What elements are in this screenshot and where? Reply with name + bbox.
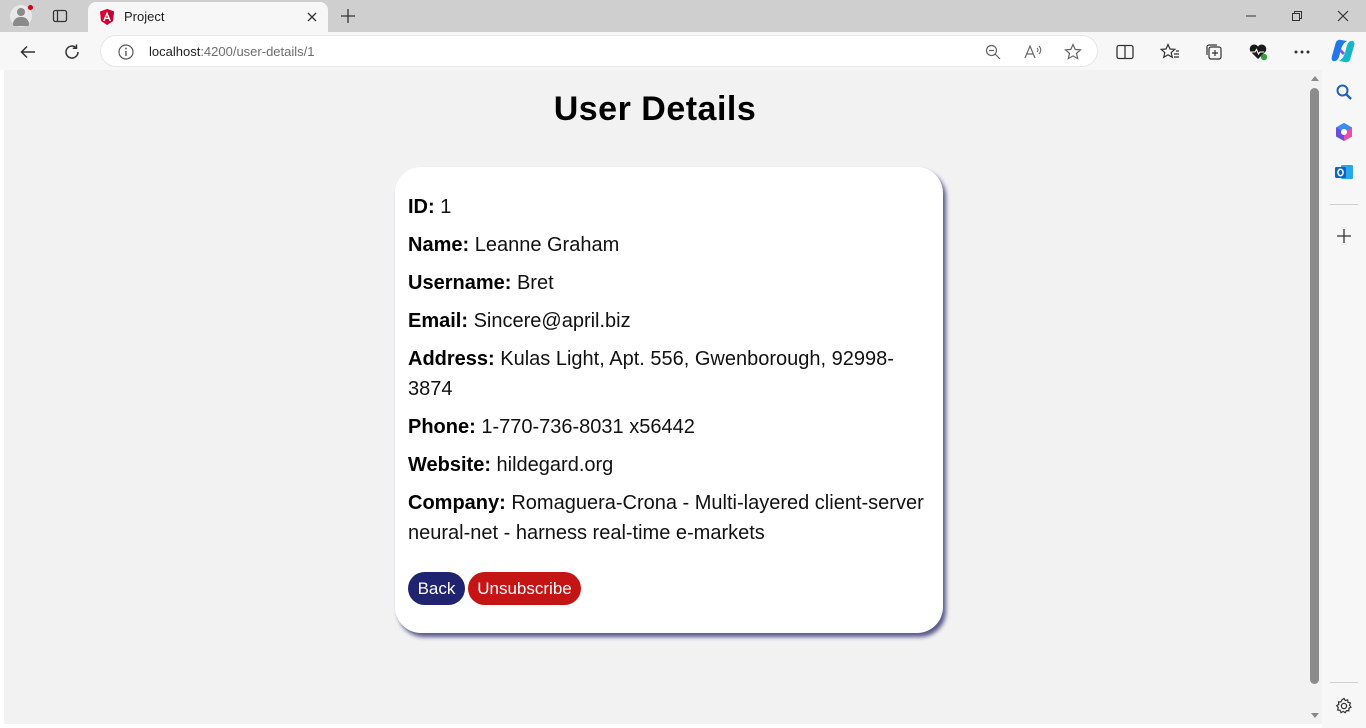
scroll-thumb[interactable] [1310, 88, 1319, 684]
tab-title: Project [124, 9, 165, 24]
field-label: Name: [408, 234, 470, 256]
field-label: Company: [408, 492, 506, 514]
field-value: 1 [440, 196, 452, 218]
field-phone: Phone: 1-770-736-8031 x56442 [408, 412, 928, 442]
more-options-icon[interactable] [1288, 38, 1316, 66]
field-value: Sincere@april.biz [473, 310, 631, 332]
outlook-icon[interactable] [1332, 160, 1356, 184]
zoom-out-icon[interactable] [983, 42, 1003, 62]
field-label: Username: [408, 272, 512, 294]
search-icon[interactable] [1332, 80, 1356, 104]
tab-strip: Project [0, 0, 1366, 32]
add-sidebar-app-icon[interactable] [1332, 224, 1356, 248]
minimize-icon[interactable] [1228, 0, 1274, 32]
user-details-card: ID: 1 Name: Leanne Graham Username: Bret… [395, 167, 943, 633]
sidebar-divider [1330, 682, 1358, 683]
vertical-scrollbar[interactable] [1308, 70, 1322, 724]
field-address: Address: Kulas Light, Apt. 556, Gwenboro… [408, 344, 908, 404]
url-text[interactable]: localhost:4200/user-details/1 [149, 44, 315, 59]
url-path: :4200/user-details/1 [200, 44, 315, 59]
refresh-icon[interactable] [58, 38, 86, 66]
field-id: ID: 1 [408, 192, 928, 222]
field-label: Website: [408, 454, 491, 476]
field-label: Address: [408, 348, 495, 370]
window-close-icon[interactable] [1320, 0, 1366, 32]
favorite-star-icon[interactable] [1063, 42, 1083, 62]
browser-tab[interactable]: Project [88, 2, 328, 32]
back-button[interactable]: Back [408, 572, 465, 605]
field-label: ID: [408, 196, 435, 218]
unsubscribe-button[interactable]: Unsubscribe [468, 572, 581, 605]
field-value: hildegard.org [496, 454, 614, 476]
sidebar-settings-gear-icon[interactable] [1332, 694, 1356, 718]
field-value: Leanne Graham [474, 234, 620, 256]
field-company: Company: Romaguera-Crona - Multi-layered… [408, 488, 933, 548]
scroll-down-arrow-icon[interactable] [1311, 713, 1319, 718]
field-username: Username: Bret [408, 268, 928, 298]
microsoft-365-icon[interactable] [1332, 120, 1356, 144]
read-aloud-icon[interactable] [1023, 42, 1043, 62]
collections-icon[interactable] [1200, 38, 1228, 66]
copilot-icon[interactable] [1329, 38, 1357, 64]
page-viewport: User Details ID: 1 Name: Leanne Graham U… [4, 70, 1308, 724]
site-info-icon[interactable] [117, 43, 135, 61]
edge-sidebar [1322, 70, 1366, 728]
address-bar[interactable]: localhost:4200/user-details/1 [100, 35, 1098, 67]
sidebar-divider [1330, 204, 1358, 205]
browser-toolbar: localhost:4200/user-details/1 [0, 32, 1366, 70]
field-name: Name: Leanne Graham [408, 230, 928, 260]
back-arrow-icon[interactable] [14, 38, 42, 66]
window-bottom-edge [0, 724, 1322, 728]
new-tab-icon[interactable] [338, 6, 358, 26]
field-website: Website: hildegard.org [408, 450, 928, 480]
split-screen-icon[interactable] [1111, 38, 1139, 66]
favorites-icon[interactable] [1156, 38, 1184, 66]
page-title: User Details [553, 90, 757, 128]
field-label: Phone: [408, 416, 476, 438]
tab-close-icon[interactable] [304, 9, 320, 25]
field-value: Bret [516, 272, 554, 294]
angular-logo-icon [98, 8, 116, 26]
field-email: Email: Sincere@april.biz [408, 306, 928, 336]
scroll-up-arrow-icon[interactable] [1311, 76, 1319, 81]
url-host: localhost [149, 44, 201, 59]
tab-actions-icon[interactable] [50, 6, 70, 26]
restore-icon[interactable] [1274, 0, 1320, 32]
browser-essentials-icon[interactable] [1244, 38, 1272, 66]
field-value: 1-770-736-8031 x56442 [481, 416, 695, 438]
field-label: Email: [408, 310, 469, 332]
profile-avatar-icon[interactable] [10, 4, 34, 27]
